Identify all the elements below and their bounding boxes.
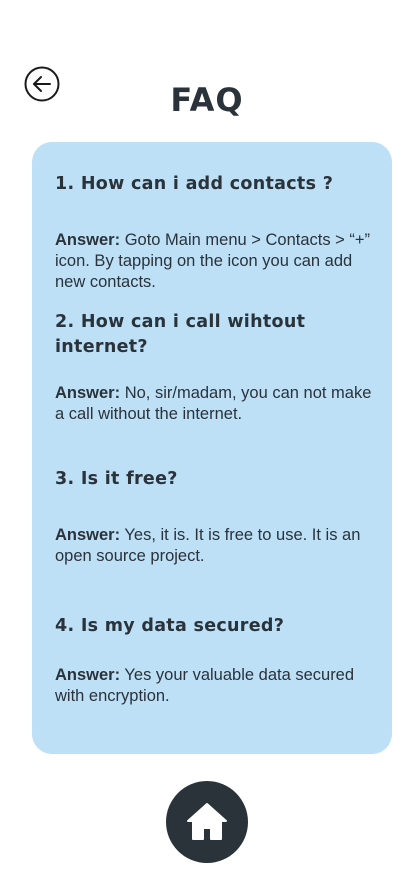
home-button[interactable] (166, 781, 248, 863)
faq-answer: Answer: Yes, it is. It is free to use. I… (55, 525, 373, 567)
answer-prefix: Answer: (55, 231, 121, 249)
faq-item: 4. Is my data secured? Answer: Yes your … (55, 614, 373, 705)
faq-answer: Answer: No, sir/madam, you can not make … (55, 383, 373, 425)
faq-question: 3. Is it free? (55, 469, 178, 489)
faq-item: 1. How can i add contacts ? Answer: Goto… (55, 172, 373, 291)
home-icon (187, 803, 227, 840)
answer-prefix: Answer: (55, 384, 121, 402)
faq-question: 4. Is my data secured? (55, 616, 285, 636)
faq-answer: Answer: Yes your valuable data secured w… (55, 665, 373, 707)
faq-answer: Answer: Goto Main menu > Contacts > “+” … (55, 230, 373, 293)
faq-question: 1. How can i add contacts ? (55, 174, 334, 194)
page-title: FAQ (170, 81, 244, 119)
faq-item: 2. How can i call wihtout internet? Answ… (55, 310, 373, 423)
faq-item: 3. Is it free? Answer: Yes, it is. It is… (55, 467, 373, 565)
faq-question: 2. How can i call wihtout internet? (55, 312, 306, 357)
answer-prefix: Answer: (55, 526, 121, 544)
answer-prefix: Answer: (55, 666, 121, 684)
faq-card: 1. How can i add contacts ? Answer: Goto… (32, 142, 392, 754)
